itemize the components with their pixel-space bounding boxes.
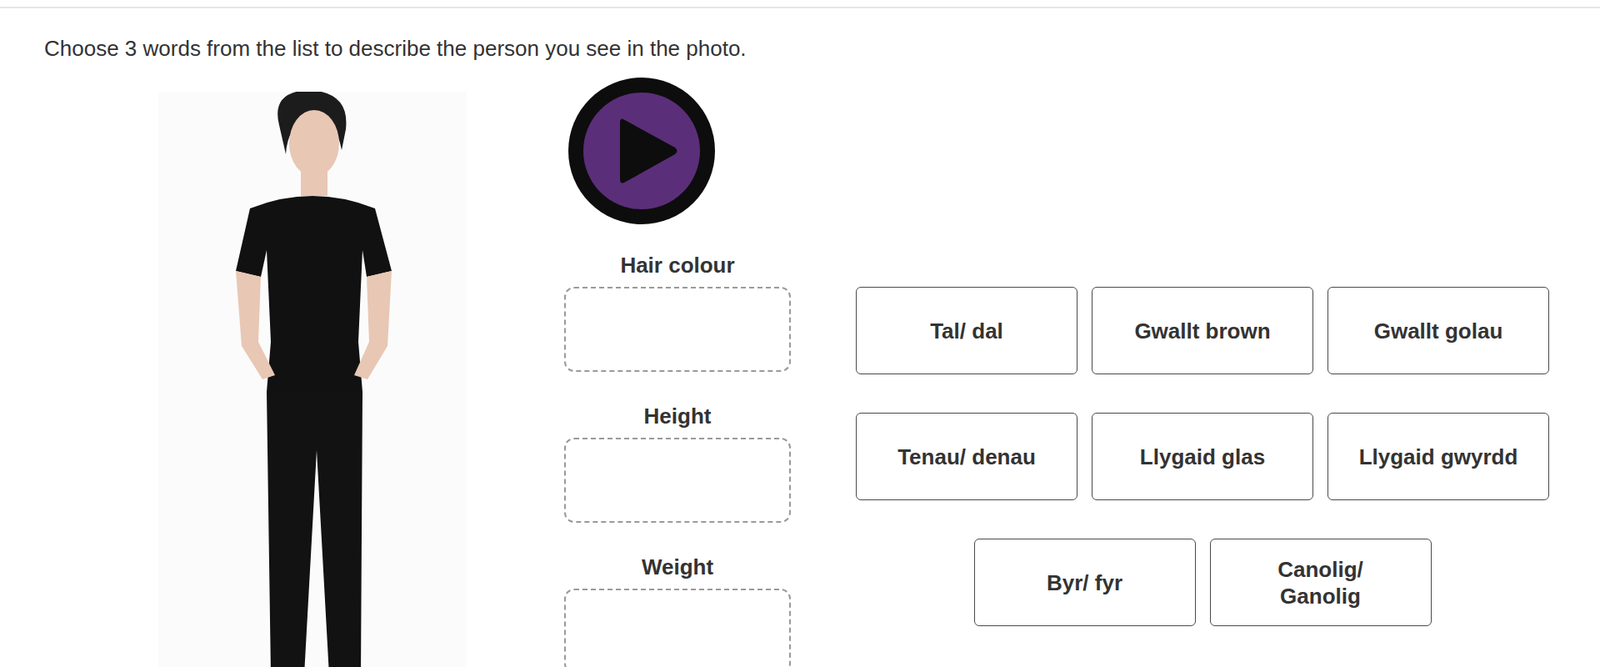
play-icon bbox=[568, 77, 715, 225]
drop-zone-label: Height bbox=[564, 402, 791, 430]
option-tile[interactable]: Canolig/ Ganolig bbox=[1210, 538, 1432, 626]
option-tile[interactable]: Llygaid gwyrdd bbox=[1327, 412, 1550, 500]
option-tile[interactable]: Gwallt golau bbox=[1327, 286, 1550, 375]
exercise-page: Choose 3 words from the list to describe… bbox=[0, 6, 1600, 667]
drop-zone[interactable] bbox=[564, 437, 791, 523]
option-tile[interactable]: Byr/ fyr bbox=[974, 538, 1196, 626]
person-photo bbox=[158, 91, 467, 667]
drop-zone-label: Weight bbox=[564, 553, 791, 580]
exercise-body: Hair colour Height Weight Tal/ dalGwallt br… bbox=[0, 61, 1600, 667]
option-tile[interactable]: Gwallt brown bbox=[1091, 286, 1314, 375]
drop-zone-label: Hair colour bbox=[564, 251, 791, 279]
option-tile[interactable]: Tal/ dal bbox=[855, 286, 1078, 375]
person-figure-icon bbox=[170, 91, 455, 667]
drop-zone-group: Weight bbox=[564, 553, 791, 667]
options-list: Tal/ dalGwallt brownGwallt golau Tenau/ d… bbox=[855, 286, 1550, 626]
option-tile[interactable]: Llygaid glas bbox=[1091, 412, 1314, 500]
drop-zone-group: Height bbox=[564, 402, 791, 523]
play-button[interactable] bbox=[568, 77, 715, 225]
instruction-text: Choose 3 words from the list to describe… bbox=[0, 8, 1600, 62]
drop-zone[interactable] bbox=[564, 286, 791, 372]
drop-zone[interactable] bbox=[564, 588, 791, 667]
drop-zone-group: Hair colour bbox=[564, 251, 791, 372]
drop-column: Hair colour Height Weight bbox=[564, 77, 791, 667]
option-tile[interactable]: Tenau/ denau bbox=[855, 412, 1078, 500]
